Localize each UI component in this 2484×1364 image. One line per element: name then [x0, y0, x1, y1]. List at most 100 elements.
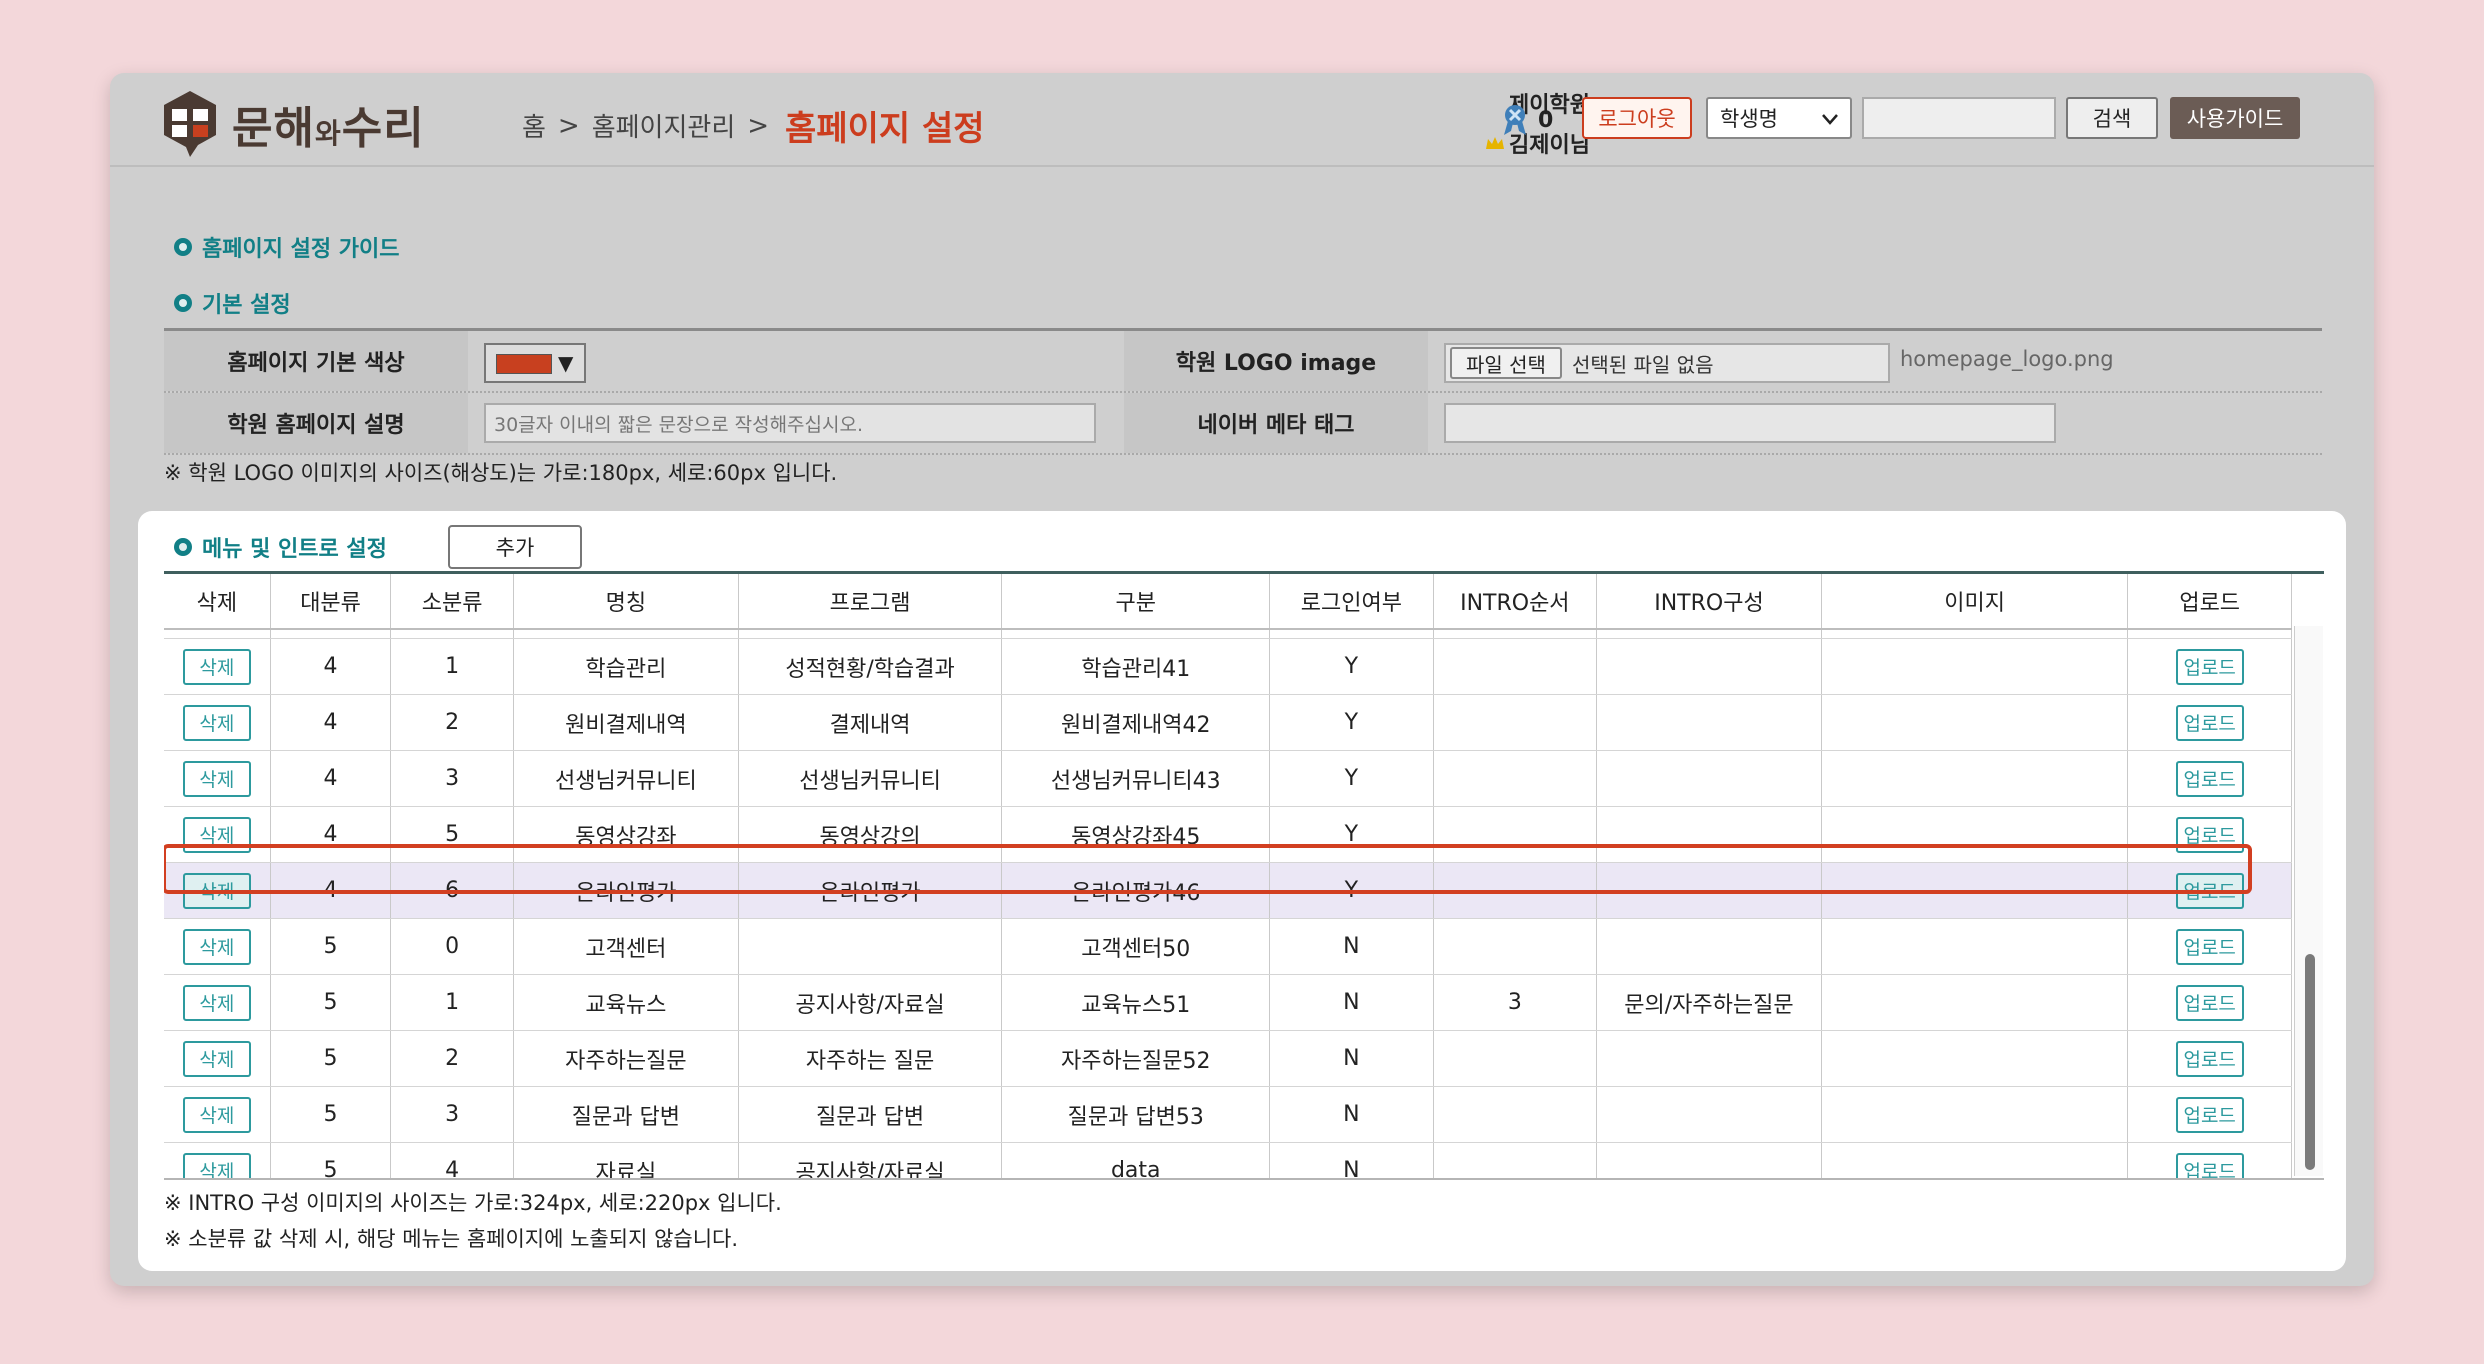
delete-row-button[interactable]: 삭제	[182, 816, 251, 853]
type-cell: 원비결제내역42	[1001, 694, 1271, 751]
col-intro-comp: INTRO구성	[1596, 574, 1822, 630]
upload-image-button[interactable]: 업로드	[2175, 928, 2244, 965]
name-cell: 온라인평가	[513, 862, 739, 919]
image-cell	[1821, 862, 2129, 919]
color-picker[interactable]: ▼	[484, 343, 586, 383]
minor-delete-note: ※ 소분류 값 삭제 시, 해당 메뉴는 홈페이지에 노출되지 않습니다.	[164, 1227, 739, 1251]
upload-image-button[interactable]: 업로드	[2175, 1096, 2244, 1133]
col-program: 프로그램	[738, 574, 1003, 630]
col-upload: 업로드	[2127, 574, 2292, 630]
col-image: 이미지	[1821, 574, 2129, 630]
intro-comp-cell	[1596, 918, 1822, 975]
intro-order-cell	[1433, 1142, 1598, 1178]
delete-row-button[interactable]: 삭제	[182, 1152, 251, 1178]
add-menu-button[interactable]: 추가	[448, 525, 582, 569]
upload-image-button[interactable]: 업로드	[2175, 1040, 2244, 1077]
student-select[interactable]: 학생명	[1706, 97, 1852, 139]
table-row: 삭제 5 0 고객센터 고객센터50 N 업로드	[164, 918, 2292, 975]
delete-row-button[interactable]: 삭제	[182, 760, 251, 797]
logo-text: 문해와수리	[232, 103, 425, 154]
user-info: 제이학원 김제이님	[1368, 87, 1590, 159]
table-header-row: 삭제 대분류 소분류 명칭 프로그램 구분 로그인여부 INTRO순서 INTR…	[164, 574, 2292, 630]
upload-image-button[interactable]: 업로드	[2175, 984, 2244, 1021]
scrollbar-thumb[interactable]	[2305, 954, 2315, 1170]
section-menu: 메뉴 및 인트로 설정	[174, 531, 387, 563]
triangle-down-icon: ▼	[558, 351, 574, 375]
logout-button[interactable]: 로그아웃	[1582, 97, 1692, 139]
table-scrollbar[interactable]	[2294, 626, 2323, 1176]
table-row: 삭제 4 2 원비결제내역 결제내역 원비결제내역42 Y 업로드	[164, 694, 2292, 751]
table-row-partial	[164, 629, 2292, 639]
table-row: 삭제 4 3 선생님커뮤니티 선생님커뮤니티 선생님커뮤니티43 Y 업로드	[164, 750, 2292, 807]
intro-comp-cell	[1596, 638, 1822, 695]
intro-comp-cell	[1596, 1142, 1822, 1178]
delete-row-button[interactable]: 삭제	[182, 648, 251, 685]
delete-row-button[interactable]: 삭제	[182, 704, 251, 741]
search-input[interactable]	[1862, 97, 2056, 139]
delete-row-button[interactable]: 삭제	[182, 984, 251, 1021]
description-input[interactable]: 30글자 이내의 짧은 문장으로 작성해주십시오.	[484, 403, 1096, 443]
minor-cell: 2	[390, 1030, 514, 1087]
col-intro-order: INTRO순서	[1433, 574, 1598, 630]
intro-comp-cell	[1596, 750, 1822, 807]
breadcrumb-homepage-admin[interactable]: 홈페이지관리	[592, 107, 736, 144]
breadcrumb-home[interactable]: 홈	[522, 107, 546, 144]
table-row: 삭제 5 2 자주하는질문 자주하는 질문 자주하는질문52 N 업로드	[164, 1030, 2292, 1087]
file-select-button[interactable]: 파일 선택	[1450, 347, 1562, 379]
breadcrumb-separator: >	[747, 110, 770, 141]
menu-table: 삭제 대분류 소분류 명칭 프로그램 구분 로그인여부 INTRO순서 INTR…	[164, 574, 2292, 1178]
name-cell: 동영상강좌	[513, 806, 739, 863]
delete-row-button[interactable]: 삭제	[182, 1040, 251, 1077]
menu-table-body: 삭제 4 1 학습관리 성적현황/학습결과 학습관리41 Y 업로드 삭제 4 2 원비결제내역 결제내…	[164, 629, 2292, 1178]
delete-row-button[interactable]: 삭제	[182, 928, 251, 965]
col-major: 대분류	[270, 574, 392, 630]
major-cell: 4	[270, 750, 392, 807]
image-cell	[1821, 638, 2129, 695]
major-cell: 4	[270, 806, 392, 863]
type-cell: 질문과 답변53	[1001, 1086, 1271, 1143]
image-cell	[1821, 1030, 2129, 1087]
logo-file-input[interactable]: 파일 선택 선택된 파일 없음	[1444, 343, 1890, 383]
intro-order-cell	[1433, 806, 1598, 863]
program-cell: 공지사항/자료실	[738, 1142, 1003, 1178]
intro-comp-cell	[1596, 1030, 1822, 1087]
meta-tag-input[interactable]	[1444, 403, 2056, 443]
user-guide-button[interactable]: 사용가이드	[2170, 97, 2300, 139]
upload-image-button[interactable]: 업로드	[2175, 760, 2244, 797]
minor-cell: 6	[390, 862, 514, 919]
program-cell: 동영상강의	[738, 806, 1003, 863]
current-logo-filename: homepage_logo.png	[1900, 347, 2114, 371]
col-delete: 삭제	[164, 574, 271, 630]
ribbon-badge-icon	[1504, 105, 1526, 135]
notification-badge[interactable]: 0	[1500, 103, 1553, 137]
login-cell: N	[1269, 974, 1434, 1031]
academy-name: 제이학원	[1509, 93, 1590, 118]
site-logo[interactable]: 문해와수리	[160, 89, 425, 159]
table-row: 삭제 5 1 교육뉴스 공지사항/자료실 교육뉴스51 N 3 문의/자주하는질문 업로드	[164, 974, 2292, 1031]
chevron-down-icon	[1822, 114, 1838, 125]
col-name: 명칭	[513, 574, 739, 630]
menu-table-container: 삭제 대분류 소분류 명칭 프로그램 구분 로그인여부 INTRO순서 INTR…	[164, 571, 2324, 1180]
section-guide-link[interactable]: 홈페이지 설정 가이드	[174, 231, 399, 263]
basic-row-1: 홈페이지 기본 색상 ▼ 학원 LOGO image 파일 선택 선택된 파일 …	[164, 331, 2322, 393]
upload-image-button[interactable]: 업로드	[2175, 704, 2244, 741]
table-row: 삭제 5 3 질문과 답변 질문과 답변 질문과 답변53 N 업로드	[164, 1086, 2292, 1143]
upload-image-button[interactable]: 업로드	[2175, 648, 2244, 685]
col-type: 구분	[1001, 574, 1271, 630]
intro-comp-cell	[1596, 862, 1822, 919]
color-label: 홈페이지 기본 색상	[164, 331, 468, 391]
upload-image-button[interactable]: 업로드	[2175, 1152, 2244, 1178]
type-cell: 학습관리41	[1001, 638, 1271, 695]
section-guide-title: 홈페이지 설정 가이드	[202, 237, 400, 262]
upload-image-button[interactable]: 업로드	[2175, 872, 2244, 909]
intro-comp-cell: 문의/자주하는질문	[1596, 974, 1822, 1031]
crown-icon	[1486, 137, 1505, 149]
intro-order-cell	[1433, 1086, 1598, 1143]
minor-cell: 1	[390, 974, 514, 1031]
type-cell: 교육뉴스51	[1001, 974, 1271, 1031]
upload-image-button[interactable]: 업로드	[2175, 816, 2244, 853]
delete-row-button[interactable]: 삭제	[182, 1096, 251, 1133]
user-name-row: 김제이님	[1368, 127, 1590, 159]
delete-row-button[interactable]: 삭제	[182, 872, 251, 909]
search-button[interactable]: 검색	[2066, 97, 2158, 139]
